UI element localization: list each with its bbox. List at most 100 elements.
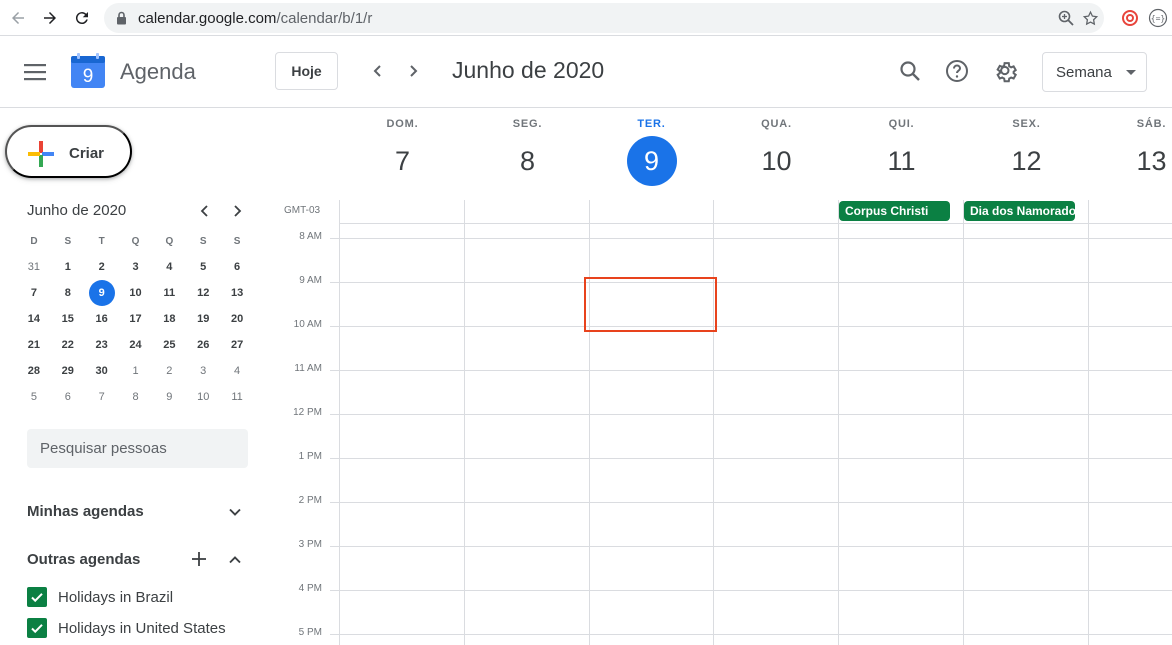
- day-number[interactable]: 10: [752, 136, 802, 186]
- dropdown-caret-icon: [1126, 70, 1136, 75]
- day-number-today[interactable]: 9: [626, 136, 677, 186]
- day-number[interactable]: 12: [1002, 136, 1052, 186]
- add-calendar-plus-icon[interactable]: [188, 548, 210, 570]
- other-calendars-title[interactable]: Outras agendas: [27, 551, 140, 568]
- all-day-event[interactable]: Dia dos Namorados: [964, 201, 1075, 221]
- today-button[interactable]: Hoje: [275, 52, 338, 90]
- mini-previous-month-icon[interactable]: [194, 200, 216, 222]
- mini-day[interactable]: 9: [152, 384, 186, 410]
- day-number[interactable]: 13: [1127, 136, 1172, 186]
- day-number[interactable]: 7: [378, 136, 428, 186]
- mini-day[interactable]: 2: [152, 358, 186, 384]
- day-header-wed: QUA. 10: [714, 118, 839, 186]
- mini-day[interactable]: 6: [220, 254, 254, 280]
- mini-day[interactable]: 31: [17, 254, 51, 280]
- mini-day[interactable]: 20: [220, 306, 254, 332]
- next-week-icon[interactable]: [399, 57, 427, 85]
- help-icon[interactable]: [943, 57, 971, 85]
- day-number[interactable]: 8: [503, 136, 553, 186]
- mini-day[interactable]: 8: [119, 384, 153, 410]
- bookmark-star-icon[interactable]: [1080, 8, 1100, 28]
- hour-line: [330, 634, 1172, 635]
- zoom-icon[interactable]: [1056, 8, 1076, 28]
- mini-day[interactable]: 12: [186, 280, 220, 306]
- mini-day[interactable]: 19: [186, 306, 220, 332]
- mini-day[interactable]: 22: [51, 332, 85, 358]
- mini-weekday: Q: [131, 235, 140, 247]
- mini-day[interactable]: 17: [119, 306, 153, 332]
- calendar-item-holidays-us[interactable]: Holidays in United States: [27, 616, 226, 640]
- settings-gear-icon[interactable]: [992, 57, 1020, 85]
- hour-line: [330, 590, 1172, 591]
- chevron-down-icon[interactable]: [224, 501, 246, 523]
- mini-day[interactable]: 11: [152, 280, 186, 306]
- calendar-item-label: Holidays in United States: [58, 619, 226, 637]
- mini-day[interactable]: 14: [17, 306, 51, 332]
- mini-day[interactable]: 3: [119, 254, 153, 280]
- mini-day[interactable]: 3: [186, 358, 220, 384]
- mini-day[interactable]: 27: [220, 332, 254, 358]
- my-calendars-title[interactable]: Minhas agendas: [27, 503, 144, 520]
- hour-label: 2 PM: [298, 495, 322, 506]
- mini-day[interactable]: 28: [17, 358, 51, 384]
- address-bar[interactable]: calendar.google.com/calendar/b/1/r: [104, 3, 1104, 33]
- extension-braces-icon[interactable]: {=}: [1146, 6, 1170, 30]
- mini-day[interactable]: 25: [152, 332, 186, 358]
- mini-day[interactable]: 15: [51, 306, 85, 332]
- reload-icon[interactable]: [70, 6, 94, 30]
- mini-day[interactable]: 5: [17, 384, 51, 410]
- mini-day[interactable]: 26: [186, 332, 220, 358]
- time-slot-highlight[interactable]: [584, 277, 717, 332]
- mini-day[interactable]: 10: [186, 384, 220, 410]
- mini-day[interactable]: 7: [17, 280, 51, 306]
- mini-day[interactable]: 29: [51, 358, 85, 384]
- hour-line: [330, 502, 1172, 503]
- day-header-sun: DOM. 7: [340, 118, 465, 186]
- mini-day[interactable]: 5: [186, 254, 220, 280]
- hour-line: [330, 370, 1172, 371]
- mini-next-month-icon[interactable]: [226, 200, 248, 222]
- mini-day[interactable]: 1: [119, 358, 153, 384]
- search-people-input[interactable]: [27, 429, 248, 468]
- mini-day[interactable]: 30: [85, 358, 119, 384]
- back-icon[interactable]: [6, 6, 30, 30]
- mini-day[interactable]: 21: [17, 332, 51, 358]
- day-header-sat: SÁB. 13: [1089, 118, 1172, 186]
- mini-day-today[interactable]: 9: [85, 280, 119, 306]
- mini-day[interactable]: 8: [51, 280, 85, 306]
- mini-day[interactable]: 4: [220, 358, 254, 384]
- day-of-week: SÁB.: [1136, 118, 1167, 130]
- day-number[interactable]: 11: [877, 136, 927, 186]
- all-day-event[interactable]: Corpus Christi: [839, 201, 950, 221]
- mini-day[interactable]: 18: [152, 306, 186, 332]
- mini-day[interactable]: 2: [85, 254, 119, 280]
- mini-day[interactable]: 13: [220, 280, 254, 306]
- hour-label: 5 PM: [298, 627, 322, 638]
- url-text: calendar.google.com/calendar/b/1/r: [138, 10, 373, 27]
- search-icon[interactable]: [896, 57, 924, 85]
- view-selector[interactable]: Semana: [1042, 52, 1147, 92]
- day-header-fri: SEX. 12: [964, 118, 1089, 186]
- mini-day[interactable]: 1: [51, 254, 85, 280]
- lock-icon: [116, 11, 127, 30]
- mini-week-row: 14 15 16 17 18 19 20: [17, 306, 254, 332]
- mini-day[interactable]: 16: [85, 306, 119, 332]
- mini-day[interactable]: 11: [220, 384, 254, 410]
- create-button[interactable]: Criar: [5, 125, 132, 178]
- chevron-up-icon[interactable]: [224, 549, 246, 571]
- extension-icon[interactable]: [1118, 6, 1142, 30]
- day-of-week: TER.: [637, 118, 666, 130]
- hour-label: 10 AM: [293, 319, 322, 330]
- mini-day[interactable]: 23: [85, 332, 119, 358]
- checkbox-checked-icon[interactable]: [27, 587, 47, 607]
- previous-week-icon[interactable]: [364, 57, 392, 85]
- main-menu-icon[interactable]: [20, 59, 50, 85]
- forward-icon[interactable]: [38, 6, 62, 30]
- checkbox-checked-icon[interactable]: [27, 618, 47, 638]
- calendar-item-holidays-brazil[interactable]: Holidays in Brazil: [27, 585, 173, 609]
- mini-day[interactable]: 7: [85, 384, 119, 410]
- mini-day[interactable]: 24: [119, 332, 153, 358]
- mini-day[interactable]: 10: [119, 280, 153, 306]
- mini-day[interactable]: 4: [152, 254, 186, 280]
- mini-day[interactable]: 6: [51, 384, 85, 410]
